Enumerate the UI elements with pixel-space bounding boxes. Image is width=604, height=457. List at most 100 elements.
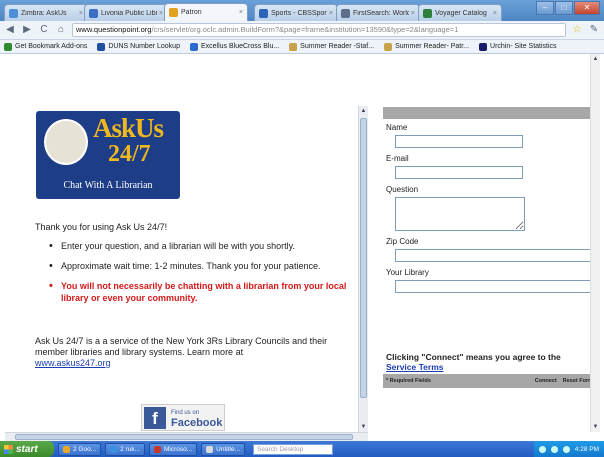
reset-form-button[interactable]: Reset Form [563, 378, 593, 384]
windows-logo-icon [4, 444, 13, 454]
window-controls: – □ ✕ [536, 1, 600, 15]
facebook-find-us: Find us on [171, 409, 200, 416]
url-input[interactable]: www.questionpoint.org/crs/servlet/org.oc… [72, 23, 566, 37]
tab-favicon-icon [169, 8, 178, 17]
bookmark-label: Urchin- Site Statistics [490, 43, 557, 50]
star-icon[interactable]: ☆ [571, 24, 583, 36]
tray-icon[interactable] [538, 445, 546, 453]
tab-favicon-icon [341, 8, 350, 18]
taskbar-window-button[interactable]: Microso... [149, 442, 198, 456]
tab-close-icon[interactable]: × [411, 10, 415, 17]
taskbar-app-icon [206, 445, 214, 453]
connect-button[interactable]: Connect [535, 378, 557, 384]
tab-favicon-icon [423, 8, 432, 18]
bookmark-label: DUNS Number Lookup [108, 43, 180, 50]
askus-logo: AskUs 24/7 Chat With A Librarian [36, 111, 180, 199]
windows-taskbar: start 2 Goo... 2 ruk... Microso... Untitle.… [0, 441, 604, 457]
browser-tab[interactable]: Sports - CBSSports × [254, 4, 338, 21]
bookmark-item[interactable]: Urchin- Site Statistics [479, 42, 557, 51]
bookmark-item[interactable]: Get Bookmark Add-ons [4, 42, 88, 51]
tray-icon[interactable] [550, 445, 558, 453]
browser-tab[interactable]: Voyager Catalog × [418, 4, 502, 21]
reload-icon[interactable]: C [38, 24, 50, 36]
tab-label: Voyager Catalog [435, 9, 487, 17]
tab-close-icon[interactable]: × [493, 10, 497, 17]
browser-tab[interactable]: FirstSearch: World × [336, 4, 420, 21]
question-field[interactable] [395, 197, 525, 231]
taskbar-window-button[interactable]: 2 Goo... [58, 442, 102, 456]
page-content: AskUs 24/7 Chat With A Librarian Thank y… [5, 54, 600, 441]
taskbar-window-label: 2 ruk... [120, 445, 140, 453]
tab-close-icon[interactable]: × [239, 9, 243, 16]
logo-askus-text: AskUs [93, 113, 164, 143]
zip-field[interactable] [395, 249, 591, 262]
about-text: Ask Us 24/7 is a a service of the New Yo… [35, 336, 328, 368]
bookmark-item[interactable]: DUNS Number Lookup [97, 42, 180, 51]
page-vertical-scrollbar[interactable]: ▲ ▼ [590, 54, 600, 432]
maximize-icon[interactable]: □ [555, 1, 573, 15]
close-icon[interactable]: ✕ [574, 1, 600, 15]
bookmark-item[interactable]: Excellus BlueCross Blu... [189, 42, 280, 51]
search-desktop-input[interactable]: Search Desktop [253, 443, 334, 455]
bookmarks-bar: Get Bookmark Add-ons DUNS Number Lookup Ex… [0, 40, 604, 54]
name-label: Name [386, 123, 408, 132]
wrench-icon[interactable]: ✎ [588, 24, 600, 36]
scroll-up-icon[interactable]: ▲ [359, 106, 368, 116]
tab-label: Sports - CBSSports [271, 9, 327, 17]
name-field[interactable] [395, 135, 523, 148]
minimize-icon[interactable]: – [536, 1, 554, 15]
form-header-bar [383, 107, 596, 119]
library-field[interactable] [395, 280, 591, 293]
taskbar-window-button[interactable]: 2 ruk... [105, 442, 145, 456]
taskbar-window-label: 2 Goo... [73, 445, 97, 453]
scroll-thumb[interactable] [360, 118, 367, 398]
tab-favicon-icon [89, 8, 98, 18]
hscroll-thumb[interactable] [15, 434, 353, 440]
chat-form: Name E-mail Question Zip Code Your Libra… [383, 107, 599, 432]
bookmark-item[interactable]: Summer Reader -Staf... [289, 42, 374, 51]
librarian-figure-icon [44, 119, 88, 165]
tab-label: FirstSearch: World [353, 9, 409, 17]
bookmark-item[interactable]: Summer Reader- Patr... [384, 42, 470, 51]
browser-tab[interactable]: Patron × [164, 3, 248, 21]
bookmark-label: Excellus BlueCross Blu... [200, 43, 280, 50]
browser-tab[interactable]: Zimbra: AskUs × [4, 4, 88, 21]
address-bar-row: ◀ ▶ C ⌂ www.questionpoint.org/crs/servle… [0, 21, 604, 40]
bookmark-icon [479, 42, 488, 51]
tab-label: Zimbra: AskUs [21, 9, 67, 17]
email-field[interactable] [395, 166, 523, 179]
taskbar-window-label: Untitle... [216, 445, 241, 453]
info-bullets: Enter your question, and a librarian wil… [49, 240, 349, 312]
scroll-down-icon[interactable]: ▼ [359, 422, 368, 432]
askus-website-link[interactable]: www.askus247.org [35, 358, 111, 368]
terms-notice: Clicking "Connect" means you agree to th… [386, 352, 561, 372]
bookmark-icon [97, 42, 106, 51]
bookmark-icon [189, 42, 198, 51]
taskbar-app-icon [110, 445, 118, 453]
tab-label: Livonia Public Librar [101, 9, 157, 17]
bookmark-icon [289, 42, 298, 51]
taskbar-window-button[interactable]: Untitle... [201, 442, 246, 456]
intro-text: Thank you for using Ask Us 24/7! [35, 222, 168, 232]
page-scroll-down-icon[interactable]: ▼ [591, 422, 600, 432]
system-tray: 4:28 PM [533, 441, 604, 457]
tray-icon[interactable] [562, 445, 570, 453]
clock: 4:28 PM [574, 445, 599, 453]
tab-close-icon[interactable]: × [159, 10, 163, 17]
tab-close-icon[interactable]: × [329, 10, 333, 17]
start-button[interactable]: start [0, 441, 54, 457]
info-pane-vertical-scrollbar[interactable]: ▲ ▼ [358, 106, 368, 432]
bookmark-label: Get Bookmark Add-ons [15, 43, 88, 50]
home-icon[interactable]: ⌂ [55, 24, 67, 36]
info-pane-horizontal-scrollbar[interactable] [5, 432, 368, 441]
library-label: Your Library [386, 268, 429, 277]
browser-tab[interactable]: Livonia Public Librar× [84, 4, 168, 21]
bookmark-label: Summer Reader- Patr... [395, 43, 470, 50]
forward-icon[interactable]: ▶ [21, 24, 33, 36]
taskbar-app-icon [63, 445, 70, 453]
back-icon[interactable]: ◀ [4, 24, 16, 36]
page-scroll-up-icon[interactable]: ▲ [591, 54, 600, 64]
facebook-badge[interactable]: f Find us on Facebook [141, 404, 225, 431]
tab-close-icon[interactable]: × [79, 10, 83, 17]
service-terms-link[interactable]: Service Terms [386, 362, 444, 372]
